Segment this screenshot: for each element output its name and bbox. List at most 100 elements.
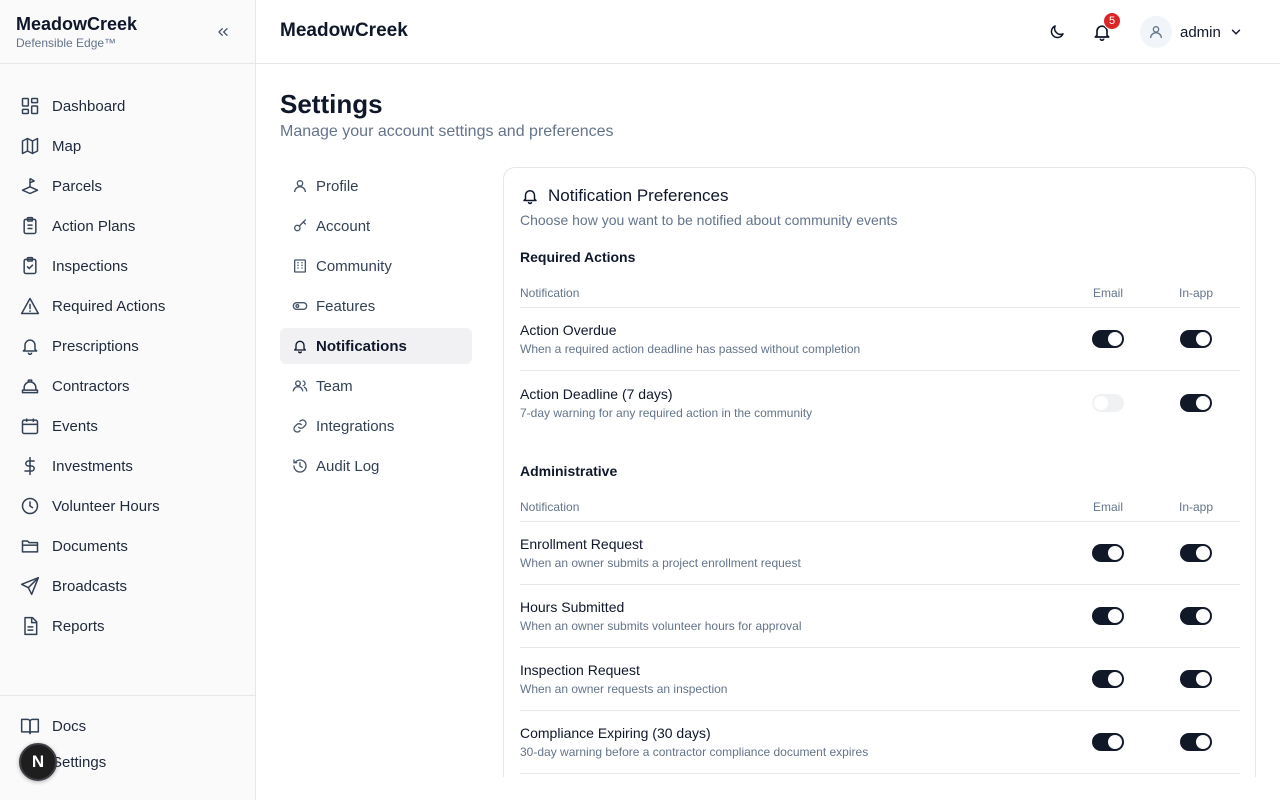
section-required-actions: Required Actions Notification Email In-a… (520, 248, 1240, 434)
user-icon (292, 178, 308, 194)
sidebar-item-broadcasts[interactable]: Broadcasts (0, 566, 255, 606)
email-toggle[interactable] (1092, 544, 1124, 562)
calendar-icon (20, 416, 40, 436)
file-icon (20, 616, 40, 636)
row-description: 30-day warning before a contractor compl… (520, 745, 869, 759)
email-toggle[interactable] (1092, 733, 1124, 751)
row-description: When an owner requests an inspection (520, 682, 728, 696)
map-icon (20, 136, 40, 156)
row-title: Action Deadline (7 days) (520, 385, 673, 402)
table-header: Notification Email In-app (520, 278, 1240, 308)
table-row: Inspection Request When an owner request… (520, 648, 1240, 711)
inapp-toggle[interactable] (1180, 607, 1212, 625)
row-title: Enrollment Request (520, 536, 643, 552)
settings-tab-team[interactable]: Team (280, 368, 472, 404)
sidebar-item-docs[interactable]: Docs (0, 710, 255, 742)
column-email: Email (1092, 285, 1123, 300)
table-row: Hours Submitted When an owner submits vo… (520, 585, 1240, 648)
sidebar-item-volunteer-hours[interactable]: Volunteer Hours (0, 486, 255, 526)
assistant-launcher-button[interactable]: N (19, 743, 57, 781)
sidebar: MeadowCreek Defensible Edge™ Dashboard M… (0, 0, 256, 800)
settings-tab-label: Integrations (316, 417, 395, 435)
section-administrative: Administrative Notification Email In-app… (520, 462, 1240, 774)
settings-tab-integrations[interactable]: Integrations (280, 408, 472, 444)
theme-toggle-button[interactable] (1046, 21, 1068, 43)
warning-icon (20, 296, 40, 316)
folder-icon (20, 536, 40, 556)
inapp-toggle[interactable] (1180, 393, 1212, 412)
dollar-icon (20, 456, 40, 476)
sidebar-item-documents[interactable]: Documents (0, 526, 255, 566)
settings-tab-label: Notifications (316, 337, 407, 355)
sidebar-item-label: Parcels (52, 177, 103, 195)
row-description: 7-day warning for any required action in… (520, 405, 813, 420)
settings-tab-notifications[interactable]: Notifications (280, 328, 472, 364)
table-row: Action Deadline (7 days) 7-day warning f… (520, 371, 1240, 434)
column-inapp: In-app (1178, 499, 1214, 514)
row-info: Action Overdue When a required action de… (520, 322, 1064, 356)
page-subtitle: Manage your account settings and prefere… (280, 123, 614, 140)
topbar: MeadowCreek 5 admin (256, 0, 1280, 64)
book-icon (20, 716, 40, 736)
row-info: Enrollment Request When an owner submits… (520, 536, 1064, 570)
bell-icon (20, 336, 40, 356)
sidebar-item-required-actions[interactable]: Required Actions (0, 286, 255, 326)
settings-tab-profile[interactable]: Profile (280, 168, 472, 204)
link-icon (292, 418, 308, 434)
email-toggle[interactable] (1092, 330, 1124, 348)
page-title: Settings (280, 89, 383, 119)
settings-tab-account[interactable]: Account (280, 208, 472, 244)
sidebar-item-label: Prescriptions (52, 337, 139, 355)
settings-tab-label: Team (316, 377, 353, 395)
brand: MeadowCreek Defensible Edge™ (0, 0, 255, 64)
sidebar-item-dashboard[interactable]: Dashboard (0, 86, 255, 126)
inapp-toggle[interactable] (1180, 733, 1212, 751)
settings-tab-community[interactable]: Community (280, 248, 472, 284)
user-menu[interactable]: admin (1140, 16, 1243, 48)
sidebar-item-events[interactable]: Events (0, 406, 255, 446)
building-icon (292, 258, 308, 274)
sidebar-item-contractors[interactable]: Contractors (0, 366, 255, 406)
row-title: Inspection Request (520, 662, 640, 678)
sidebar-item-label: Action Plans (52, 217, 136, 235)
notification-preferences-card: Notification Preferences Choose how you … (503, 167, 1256, 777)
sidebar-item-label: Map (52, 137, 82, 155)
settings-tab-label: Features (316, 297, 376, 315)
inapp-toggle[interactable] (1180, 670, 1212, 688)
sidebar-item-investments[interactable]: Investments (0, 446, 255, 486)
clock-icon (20, 496, 40, 516)
sidebar-item-parcels[interactable]: Parcels (0, 166, 255, 206)
clipboard-check-icon (20, 256, 40, 276)
collapse-sidebar-button[interactable] (213, 22, 233, 42)
sidebar-item-reports[interactable]: Reports (0, 606, 255, 646)
sidebar-item-label: Contractors (52, 377, 130, 395)
settings-tab-label: Account (316, 217, 371, 235)
email-toggle[interactable] (1092, 670, 1124, 688)
column-notification: Notification (520, 285, 580, 300)
send-icon (20, 576, 40, 596)
sidebar-item-map[interactable]: Map (0, 126, 255, 166)
sidebar-item-label: Required Actions (52, 297, 166, 315)
inapp-toggle[interactable] (1180, 330, 1212, 348)
parcels-icon (20, 176, 40, 196)
settings-tab-audit-log[interactable]: Audit Log (280, 448, 472, 484)
card-description: Choose how you want to be notified about… (520, 212, 898, 228)
sidebar-nav: Dashboard Map Parcels Action Plans Inspe… (0, 64, 255, 646)
hard-hat-icon (20, 376, 40, 396)
sidebar-item-inspections[interactable]: Inspections (0, 246, 255, 286)
moon-icon (1050, 25, 1064, 39)
brand-tagline: Defensible Edge™ (16, 36, 117, 50)
row-info: Action Deadline (7 days) 7-day warning f… (520, 386, 1064, 420)
email-toggle[interactable] (1092, 393, 1124, 412)
toggle-icon (292, 298, 308, 314)
settings-tab-label: Profile (316, 177, 359, 195)
table-row: Action Overdue When a required action de… (520, 308, 1240, 371)
inapp-toggle[interactable] (1180, 544, 1212, 562)
sidebar-item-action-plans[interactable]: Action Plans (0, 206, 255, 246)
email-toggle[interactable] (1092, 607, 1124, 625)
row-info: Hours Submitted When an owner submits vo… (520, 599, 1064, 633)
key-icon (292, 218, 308, 234)
sidebar-item-prescriptions[interactable]: Prescriptions (0, 326, 255, 366)
settings-tab-features[interactable]: Features (280, 288, 472, 324)
column-email: Email (1092, 499, 1123, 514)
